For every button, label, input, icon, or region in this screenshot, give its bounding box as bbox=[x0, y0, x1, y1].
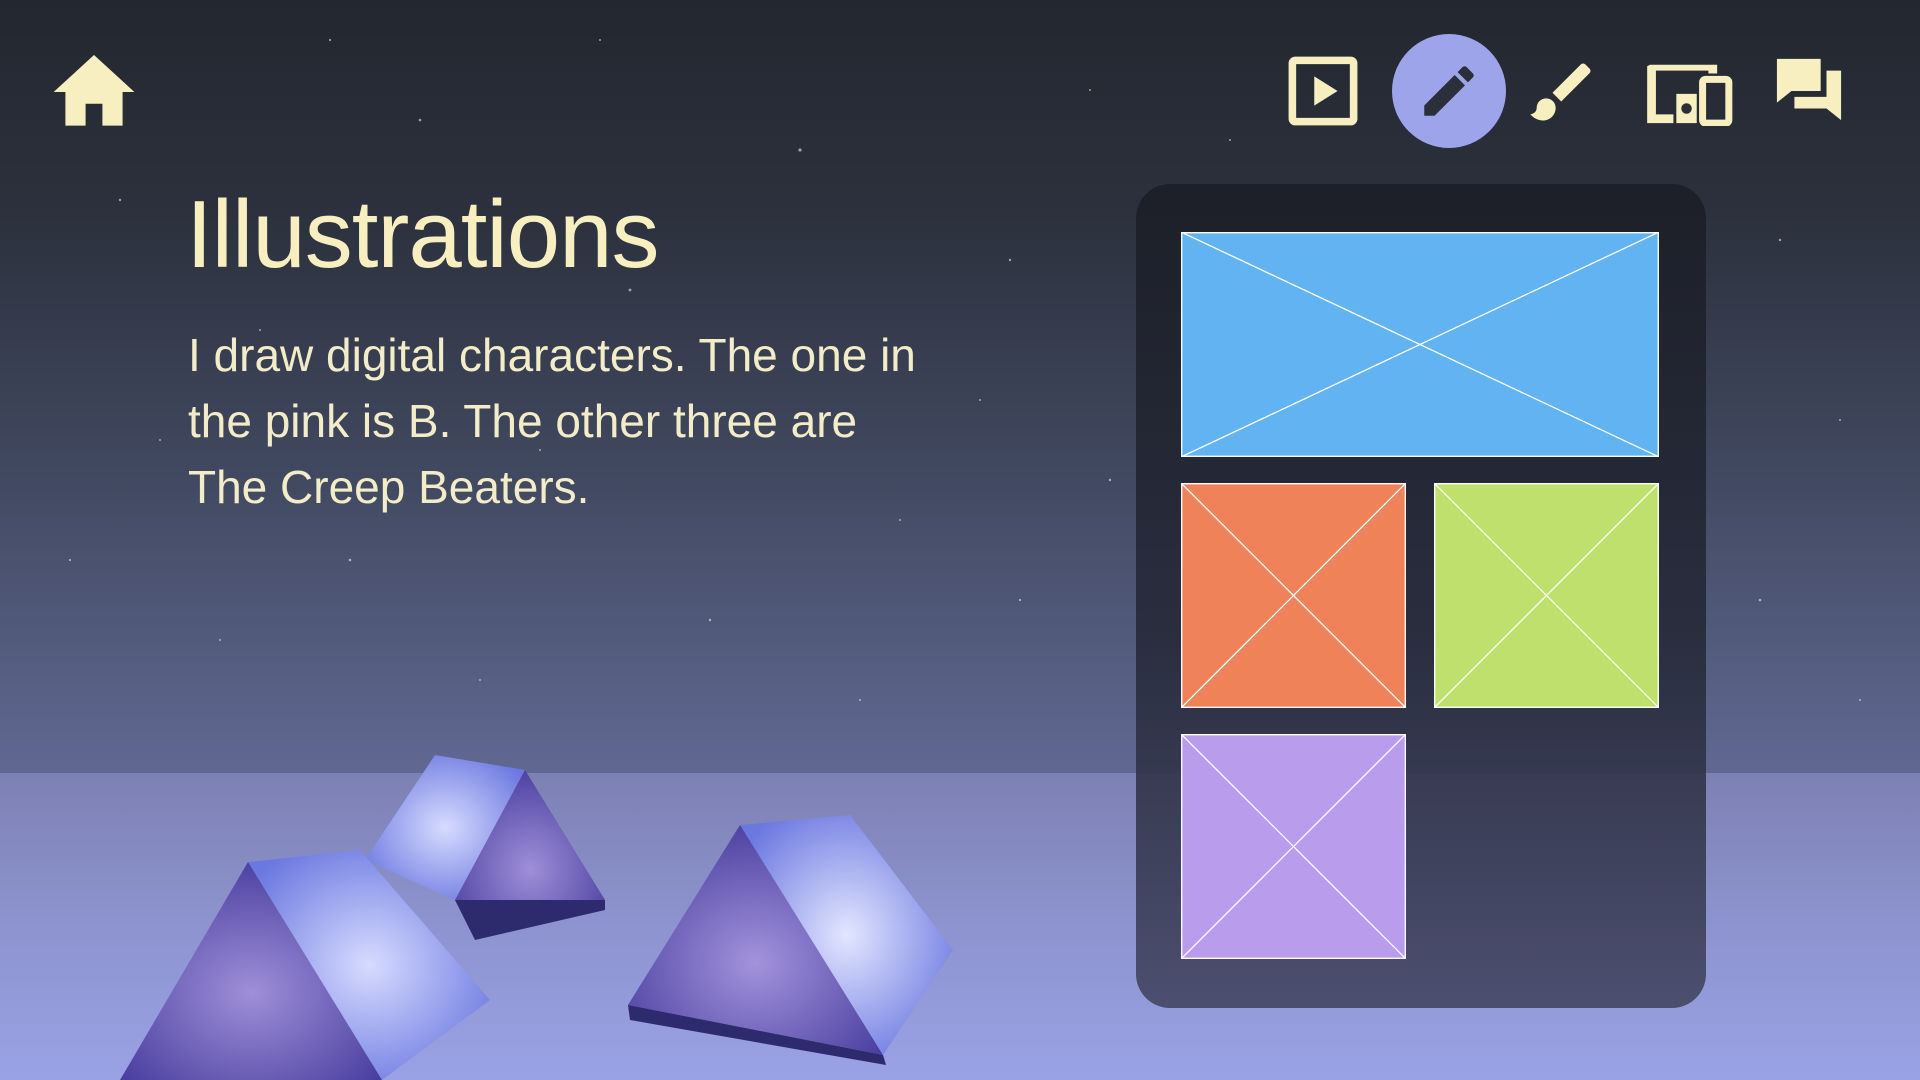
page-title: Illustrations bbox=[186, 181, 660, 288]
tent-illustration bbox=[628, 815, 958, 1065]
image-placeholder-icon bbox=[1434, 483, 1659, 708]
paintbrush-icon bbox=[1530, 63, 1591, 121]
image-placeholder-icon bbox=[1181, 734, 1406, 959]
nav-illustrations-button[interactable] bbox=[1392, 34, 1506, 148]
play-icon bbox=[1288, 56, 1358, 126]
gallery-tile-wide[interactable] bbox=[1181, 232, 1659, 457]
nav-contact-button[interactable] bbox=[1772, 56, 1846, 126]
gallery-tile-green[interactable] bbox=[1434, 483, 1659, 708]
nav-paint-button[interactable] bbox=[1524, 54, 1600, 130]
pencil-icon bbox=[1424, 66, 1474, 116]
gallery-tile-orange[interactable] bbox=[1181, 483, 1406, 708]
gallery-tile-purple[interactable] bbox=[1181, 734, 1406, 959]
devices-icon bbox=[1647, 64, 1733, 126]
nav-video-button[interactable] bbox=[1288, 56, 1358, 126]
nav-devices-button[interactable] bbox=[1640, 56, 1736, 126]
home-icon bbox=[53, 55, 135, 126]
chat-icon bbox=[1776, 58, 1842, 121]
page-description: I draw digital characters. The one in th… bbox=[188, 329, 916, 513]
image-placeholder-icon bbox=[1181, 483, 1406, 708]
home-button[interactable] bbox=[52, 55, 136, 129]
gallery-panel bbox=[1136, 184, 1706, 1008]
tent-illustration bbox=[120, 850, 500, 1080]
image-placeholder-icon bbox=[1181, 232, 1659, 457]
